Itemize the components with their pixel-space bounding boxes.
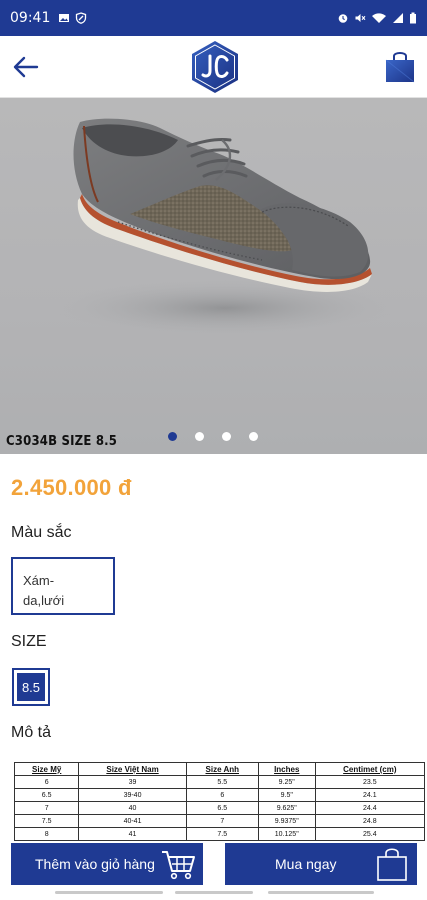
cart-header-button[interactable] [382,48,418,84]
table-cell: 6.5 [185,801,259,815]
shield-icon [76,12,87,24]
shopping-bag-icon [385,52,415,83]
size-table-header-row: Size Mỹ Size Việt Nam Size Anh Inches Ce… [14,762,425,776]
table-row: 8 41 7.5 10.125" 25.4 [14,827,425,841]
table-cell: 40-41 [78,814,187,828]
table-row: 6 39 5.5 9.25" 23.5 [14,775,425,789]
table-cell: 9.25" [257,775,316,789]
wifi-icon [372,13,386,23]
color-option-line-2: da,lưới [23,593,65,608]
image-icon [59,14,70,22]
image-caption: C3034B SIZE 8.5 [6,434,118,449]
carousel-indicator [168,432,258,441]
table-cell: 25.4 [314,827,425,841]
buy-now-button[interactable]: Mua ngay [225,843,417,885]
table-cell: 10.125" [257,827,316,841]
mute-icon [355,14,366,22]
table-cell: 9.625" [257,801,316,815]
table-cell: 7.5 [185,827,259,841]
shoe-image [55,118,395,336]
color-option-line-1: Xám- [23,573,55,588]
nav-home-button[interactable] [175,891,253,894]
brand-logo[interactable] [190,40,240,94]
add-to-cart-label: Thêm vào giỏ hàng [35,856,155,872]
table-cell: 9.9375" [257,814,316,828]
system-nav-bar [0,885,427,900]
size-table-header: Size Việt Nam [78,762,187,776]
color-section-label: Màu sắc [11,524,72,541]
signal-icon [393,13,403,23]
size-section-label: SIZE [11,633,47,650]
table-cell: 24.1 [314,788,425,802]
table-cell: 40 [78,801,187,815]
carousel-dot-2[interactable] [195,432,204,441]
cart-icon [162,851,195,880]
size-table-header: Size Anh [185,762,259,776]
status-time: 09:41 [10,10,51,26]
nav-back-button[interactable] [268,891,374,894]
table-cell: 39-40 [78,788,187,802]
alarm-icon [338,14,348,23]
table-cell: 39 [78,775,187,789]
add-to-cart-button[interactable]: Thêm vào giỏ hàng [11,843,203,885]
table-cell: 24.8 [314,814,425,828]
carousel-dot-1[interactable] [168,432,177,441]
size-table-header: Size Mỹ [14,762,80,776]
back-button[interactable] [10,52,42,82]
size-chart: Size Mỹ Size Việt Nam Size Anh Inches Ce… [14,762,425,844]
arrow-left-icon [13,56,39,78]
color-option-selected[interactable]: Xám- da,lưới [11,557,115,615]
app-header [0,36,427,98]
carousel-dot-4[interactable] [249,432,258,441]
table-cell: 5.5 [185,775,259,789]
table-cell: 7 [185,814,259,828]
product-price: 2.450.000 đ [11,475,132,500]
table-cell: 7.5 [14,814,80,828]
nav-recent-button[interactable] [55,891,163,894]
status-bar: 09:41 [0,0,427,36]
table-cell: 6.5 [14,788,80,802]
table-cell: 41 [78,827,187,841]
table-cell: 9.5" [257,788,316,802]
table-row: 6.5 39-40 6 9.5" 24.1 [14,788,425,802]
size-table: Size Mỹ Size Việt Nam Size Anh Inches Ce… [14,762,425,841]
table-row: 7.5 40-41 7 9.9375" 24.8 [14,814,425,828]
size-option-value: 8.5 [17,673,45,701]
size-table-header: Centimet (cm) [314,762,425,776]
battery-icon [410,12,416,24]
shopping-bag-icon [377,848,407,881]
table-cell: 24.4 [314,801,425,815]
size-option-selected[interactable]: 8.5 [12,668,50,706]
buy-now-label: Mua ngay [275,856,337,872]
product-detail-screen: 09:41 C3034B SIZE 8.5 2.450.000 đ Màu sắ… [0,0,427,900]
table-row: 7 40 6.5 9.625" 24.4 [14,801,425,815]
size-table-header: Inches [257,762,316,776]
table-cell: 8 [14,827,80,841]
logo-icon [192,41,238,93]
table-cell: 7 [14,801,80,815]
product-image-carousel[interactable] [0,98,427,454]
description-label: Mô tả [11,724,52,741]
table-cell: 6 [14,775,80,789]
carousel-dot-3[interactable] [222,432,231,441]
table-cell: 23.5 [314,775,425,789]
table-cell: 6 [185,788,259,802]
